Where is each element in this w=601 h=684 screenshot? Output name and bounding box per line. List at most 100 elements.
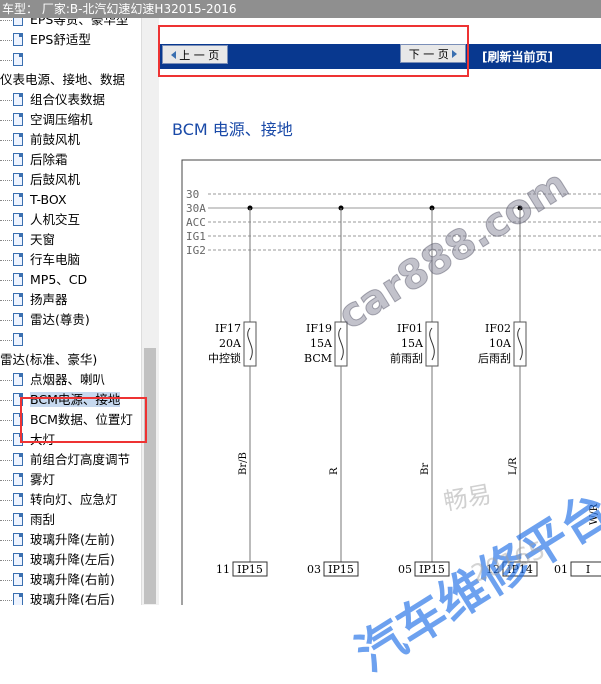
- document-icon: [13, 153, 23, 166]
- sidebar-item-label: 玻璃升降(右前): [30, 572, 115, 587]
- pin-number: 12: [486, 563, 500, 576]
- sidebar-scrollbar[interactable]: [141, 18, 159, 605]
- sidebar-item[interactable]: 后鼓风机: [0, 170, 80, 190]
- sidebar-item-label: 雨刮: [30, 512, 56, 527]
- sidebar-item-label: EPS等贵、豪华型: [30, 18, 129, 27]
- tree-connector: [0, 480, 12, 481]
- sidebar-item-label: 后除霜: [30, 152, 68, 167]
- sidebar-item[interactable]: 人机交互: [0, 210, 80, 230]
- fuse-name: 中控锁: [208, 351, 241, 365]
- sidebar-item-label: 雷达(标准、豪华): [0, 352, 98, 367]
- sidebar-item[interactable]: [0, 50, 30, 70]
- sidebar-item-label: 雾灯: [30, 472, 56, 487]
- document-icon: [13, 18, 23, 26]
- wire-color-label: R: [329, 467, 340, 475]
- sidebar-item[interactable]: EPS等贵、豪华型: [0, 18, 128, 30]
- document-icon: [13, 313, 23, 326]
- tree-connector: [0, 260, 12, 261]
- document-icon: [13, 33, 23, 46]
- sidebar-item[interactable]: 仪表电源、接地、数据: [0, 70, 125, 90]
- document-icon: [13, 273, 23, 286]
- sidebar-item-label: 转向灯、应急灯: [30, 492, 118, 507]
- sidebar-item[interactable]: 扬声器: [0, 290, 68, 310]
- sidebar-item[interactable]: 雨刮: [0, 510, 55, 530]
- tree-connector: [0, 40, 12, 41]
- connector-id: IP15: [237, 563, 263, 576]
- sidebar-item[interactable]: 行车电脑: [0, 250, 80, 270]
- sidebar-item-label: 扬声器: [30, 292, 68, 307]
- fuse-id: IF01: [397, 322, 423, 335]
- sidebar-item[interactable]: 玻璃升降(右后): [0, 590, 115, 605]
- sidebar-item[interactable]: 后除霜: [0, 150, 68, 170]
- document-icon: [13, 593, 23, 605]
- sidebar-item[interactable]: 前组合灯高度调节: [0, 450, 130, 470]
- sidebar-item[interactable]: 玻璃升降(右前): [0, 570, 115, 590]
- tree-connector: [0, 440, 12, 441]
- fuse-amp: 15A: [310, 337, 333, 350]
- bus-label: ACC: [186, 216, 206, 229]
- connector-id: I: [586, 563, 590, 576]
- document-icon: [13, 233, 23, 246]
- fuse-amp: 10A: [489, 337, 512, 350]
- sidebar-tree: EPS等贵、豪华型 EPS舒适型仪表电源、接地、数据 组合仪表数据空调压缩机前鼓风机…: [0, 18, 141, 605]
- fuse-name: BCM: [304, 352, 332, 365]
- sidebar-item-label: T-BOX: [30, 192, 67, 207]
- fuse-name: 后雨刮: [478, 351, 511, 365]
- sidebar-item[interactable]: 玻璃升降(左后): [0, 550, 115, 570]
- document-icon: [13, 453, 23, 466]
- bus-label: IG2: [186, 244, 206, 257]
- sidebar-item-label: 玻璃升降(右后): [30, 592, 115, 605]
- sidebar-item[interactable]: 雷达(标准、豪华): [0, 350, 97, 370]
- pin-number: 11: [216, 563, 230, 576]
- tree-connector: [0, 240, 12, 241]
- document-icon: [13, 333, 23, 346]
- tree-connector: [0, 340, 12, 341]
- window-title-bar: 车型： 厂家:B-北汽幻速幻速H32015-2016: [0, 0, 601, 18]
- tree-connector: [0, 140, 12, 141]
- sidebar-item[interactable]: 点烟器、喇叭: [0, 370, 105, 390]
- tree-connector: [0, 500, 12, 501]
- sidebar-item[interactable]: 组合仪表数据: [0, 90, 105, 110]
- wire-color-label: L/R: [508, 457, 519, 475]
- tree-connector: [0, 520, 12, 521]
- window-title: 车型： 厂家:B-北汽幻速幻速H32015-2016: [2, 2, 237, 16]
- sidebar-item[interactable]: T-BOX: [0, 190, 67, 210]
- sidebar-item[interactable]: 雾灯: [0, 470, 55, 490]
- pin-number: 01: [554, 563, 568, 576]
- wiring-diagram: 3030AACCIG1IG2 IF17 20A中控锁 IF19 15A BCM IF01 1…: [181, 159, 601, 605]
- connector-id: IP15: [419, 563, 445, 576]
- document-icon: [13, 473, 23, 486]
- sidebar-item[interactable]: 雷达(尊贵): [0, 310, 90, 330]
- sidebar-item-label: 后鼓风机: [30, 172, 81, 187]
- document-icon: [13, 513, 23, 526]
- sidebar-item[interactable]: EPS舒适型: [0, 30, 91, 50]
- sidebar-item[interactable]: [0, 330, 30, 350]
- document-icon: [13, 53, 23, 66]
- document-icon: [13, 193, 23, 206]
- bus-label: IG1: [186, 230, 206, 243]
- document-icon: [13, 93, 23, 106]
- sidebar-item[interactable]: 空调压缩机: [0, 110, 93, 130]
- nav-highlight-box: [158, 25, 469, 77]
- sidebar-item-label: 人机交互: [30, 212, 81, 227]
- connector-id: IP14: [507, 563, 533, 576]
- tree-connector: [0, 400, 12, 401]
- sidebar-item[interactable]: 玻璃升降(左前): [0, 530, 115, 550]
- fuse-id: IF17: [215, 322, 241, 335]
- tree-connector: [0, 20, 12, 21]
- refresh-page-link[interactable]: [刷新当前页]: [482, 48, 553, 65]
- pin-number: 05: [398, 563, 412, 576]
- sidebar-item[interactable]: 前鼓风机: [0, 130, 80, 150]
- tree-connector: [0, 460, 12, 461]
- sidebar-item[interactable]: MP5、CD: [0, 270, 87, 290]
- tree-connector: [0, 60, 12, 61]
- scrollbar-thumb[interactable]: [144, 348, 156, 604]
- document-icon: [13, 573, 23, 586]
- sidebar-item-label: 空调压缩机: [30, 112, 93, 127]
- sidebar-item-label: 行车电脑: [30, 252, 81, 267]
- sidebar-item[interactable]: 转向灯、应急灯: [0, 490, 118, 510]
- sidebar-item[interactable]: 天窗: [0, 230, 55, 250]
- tree-connector: [0, 280, 12, 281]
- sidebar-item-label: 玻璃升降(左前): [30, 532, 115, 547]
- wire-color-label: W/R: [589, 503, 600, 525]
